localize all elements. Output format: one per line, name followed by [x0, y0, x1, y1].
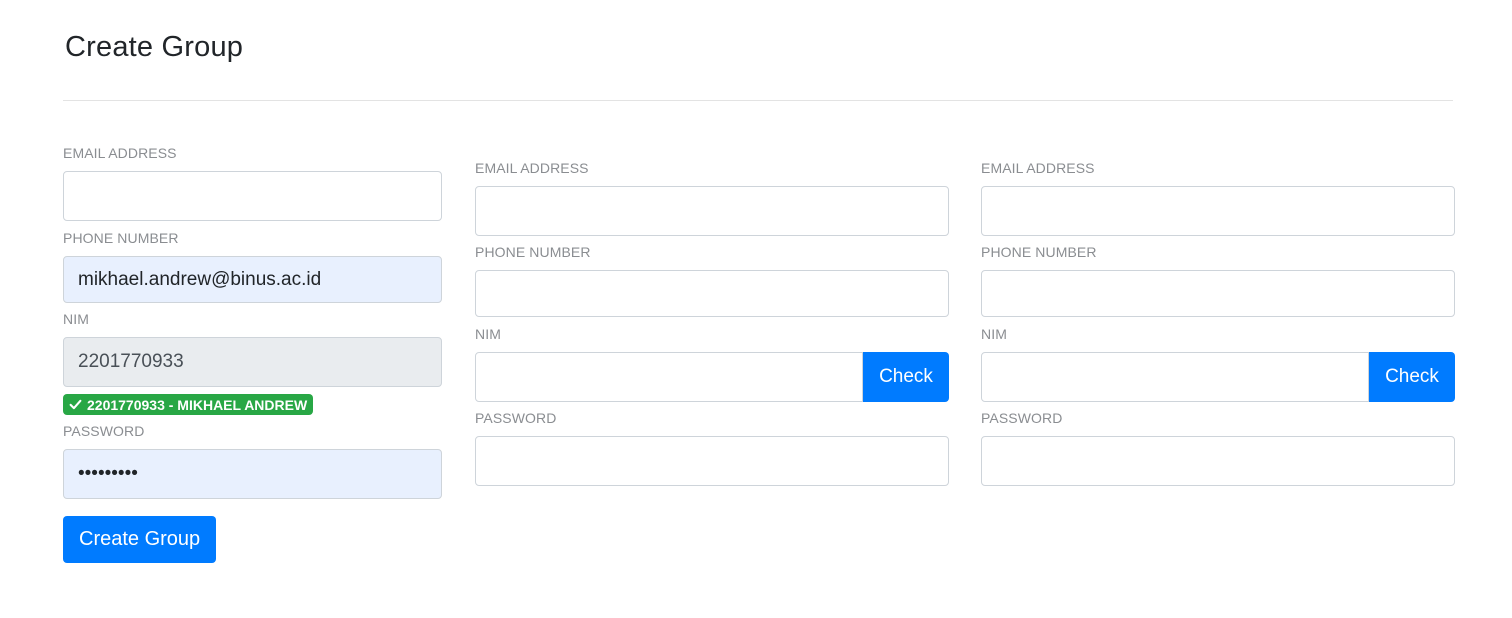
member-2-password-input[interactable] — [475, 436, 949, 486]
nim-verified-text: 2201770933 - MIKHAEL ANDREW — [87, 396, 308, 413]
member-3-password-input[interactable] — [981, 436, 1455, 486]
page-title: Create Group — [65, 31, 244, 63]
member-1-phone-input[interactable] — [63, 256, 442, 303]
member-2-form: EMAIL ADDRESS PHONE NUMBER NIM Check PAS… — [475, 159, 949, 486]
member-2-check-button[interactable]: Check — [863, 352, 949, 402]
password-label: PASSWORD — [475, 410, 557, 426]
member-2-nim-input[interactable] — [475, 352, 863, 402]
member-1-email-input[interactable] — [63, 171, 442, 221]
member-1-form: EMAIL ADDRESS PHONE NUMBER NIM 220177093… — [63, 144, 442, 563]
phone-label: PHONE NUMBER — [981, 244, 1097, 260]
member-3-form: EMAIL ADDRESS PHONE NUMBER NIM Check PAS… — [981, 159, 1455, 486]
email-label: EMAIL ADDRESS — [63, 145, 177, 161]
password-label: PASSWORD — [63, 423, 145, 439]
nim-label: NIM — [63, 311, 89, 327]
member-3-phone-input[interactable] — [981, 270, 1455, 317]
phone-label: PHONE NUMBER — [475, 244, 591, 260]
email-label: EMAIL ADDRESS — [475, 160, 589, 176]
password-label: PASSWORD — [981, 410, 1063, 426]
check-icon — [69, 399, 82, 410]
phone-label: PHONE NUMBER — [63, 230, 179, 246]
create-group-button[interactable]: Create Group — [63, 516, 217, 563]
member-3-email-input[interactable] — [981, 186, 1455, 236]
divider — [63, 100, 1453, 101]
member-2-nim-group: Check — [475, 352, 949, 402]
member-3-nim-group: Check — [981, 352, 1455, 402]
member-2-phone-input[interactable] — [475, 270, 949, 317]
member-1-nim-input[interactable] — [63, 337, 442, 387]
member-2-email-input[interactable] — [475, 186, 949, 236]
member-3-nim-input[interactable] — [981, 352, 1369, 402]
member-1-password-input[interactable] — [63, 449, 442, 499]
email-label: EMAIL ADDRESS — [981, 160, 1095, 176]
nim-verified-badge: 2201770933 - MIKHAEL ANDREW — [63, 394, 314, 415]
nim-label: NIM — [981, 326, 1007, 342]
nim-label: NIM — [475, 326, 501, 342]
member-3-check-button[interactable]: Check — [1369, 352, 1455, 402]
